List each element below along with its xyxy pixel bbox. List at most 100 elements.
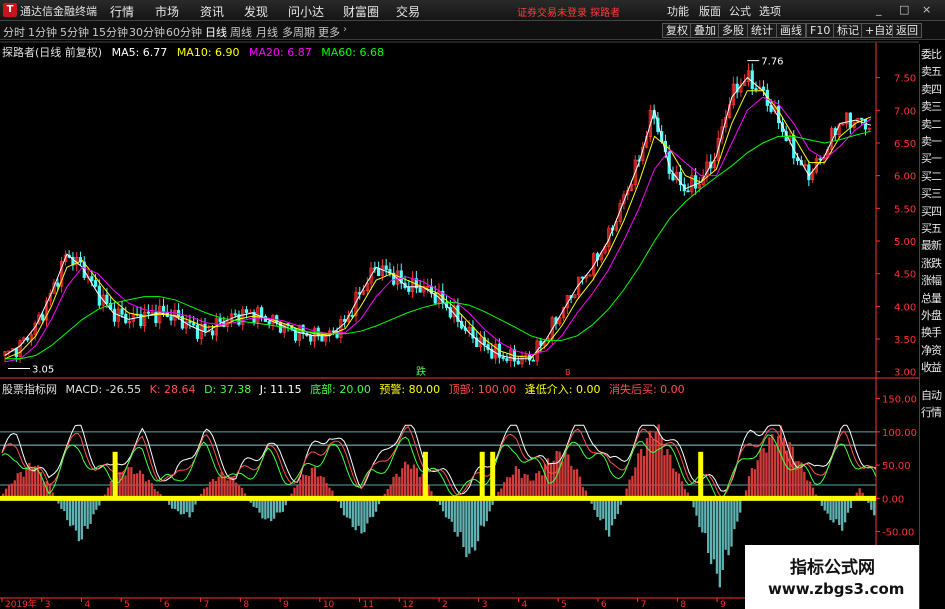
macd-bar bbox=[369, 498, 372, 518]
macd-bar bbox=[415, 467, 419, 499]
macd-bar bbox=[141, 474, 145, 499]
macd-bar bbox=[485, 498, 488, 522]
candle-body bbox=[56, 282, 60, 287]
macd-bar bbox=[704, 498, 707, 534]
price-tick-label: 7.00 bbox=[894, 106, 916, 117]
side-panel-item: 卖三 bbox=[921, 100, 942, 114]
macd-bar bbox=[124, 475, 127, 499]
macd-bar bbox=[261, 498, 264, 519]
macd-bar bbox=[401, 468, 404, 499]
macd-bar bbox=[750, 468, 754, 499]
macd-bar bbox=[147, 479, 150, 499]
macd-bar bbox=[843, 498, 847, 523]
d-value: D: 37.38 bbox=[204, 383, 252, 396]
macd-bar bbox=[596, 498, 599, 518]
side-panel-item: 买三 bbox=[921, 187, 942, 201]
side-panel-item: 净资 bbox=[921, 343, 942, 357]
macd-bar bbox=[712, 498, 716, 560]
indicator-tick-label: 0.00 bbox=[882, 494, 904, 505]
candle-body bbox=[505, 358, 509, 362]
macd-bar bbox=[479, 498, 483, 526]
macd-bar bbox=[223, 475, 226, 499]
macd-bar bbox=[753, 469, 756, 499]
macd-bar bbox=[829, 498, 832, 521]
side-panel-item: 收益 bbox=[921, 361, 942, 375]
price-tick-label: 3.50 bbox=[894, 335, 916, 346]
macd-bar bbox=[270, 498, 273, 522]
indicator-name[interactable]: 股票指标网 bbox=[2, 383, 57, 396]
top-value: 顶部: 100.00 bbox=[448, 383, 517, 396]
signal-marker-small: B bbox=[565, 368, 571, 377]
candle-body bbox=[105, 294, 109, 304]
ma-line-ma20 bbox=[4, 96, 872, 363]
macd-bar bbox=[109, 480, 113, 499]
macd-bar bbox=[768, 437, 771, 499]
time-tick-label: 11 bbox=[363, 600, 374, 609]
signal-bar bbox=[490, 451, 496, 499]
macd-bar bbox=[450, 498, 453, 522]
side-panel-item: 买四 bbox=[921, 204, 942, 218]
macd-bar bbox=[637, 453, 640, 499]
macd-bar bbox=[447, 498, 451, 519]
macd-bar bbox=[698, 498, 701, 528]
macd-bar bbox=[701, 498, 704, 533]
macd-bar bbox=[351, 498, 354, 528]
side-panel-item: 外盘 bbox=[921, 309, 942, 322]
side-panel-item: 换手 bbox=[921, 326, 942, 340]
macd-bar bbox=[404, 461, 407, 499]
side-panel-item: 买一 bbox=[921, 152, 942, 166]
time-tick-label: 10 bbox=[323, 600, 335, 609]
macd-bar bbox=[727, 498, 730, 556]
macd-bar bbox=[130, 467, 133, 499]
candle-body bbox=[694, 175, 698, 189]
macd-bar bbox=[229, 476, 232, 499]
buy-value: 逢低介入: 0.00 bbox=[524, 383, 601, 396]
macd-bar bbox=[319, 475, 322, 499]
macd-bar bbox=[774, 445, 777, 499]
macd-bar bbox=[517, 469, 520, 499]
macd-bar bbox=[602, 498, 605, 519]
macd-bar bbox=[80, 498, 83, 540]
macd-bar bbox=[526, 474, 529, 499]
macd-bar bbox=[482, 498, 486, 527]
macd-bar bbox=[578, 476, 582, 499]
macd-bar bbox=[718, 498, 721, 588]
time-tick-label: 12 bbox=[402, 600, 413, 609]
low-marker-label: 3.05 bbox=[32, 364, 54, 375]
macd-bar bbox=[348, 498, 351, 519]
macd-bar bbox=[25, 467, 28, 499]
candle-body bbox=[350, 315, 354, 317]
macd-bar bbox=[118, 471, 121, 499]
macd-bar bbox=[299, 479, 302, 499]
macd-bar bbox=[506, 477, 509, 499]
time-tick-label: 6 bbox=[601, 600, 607, 609]
macd-bar bbox=[232, 477, 235, 499]
side-panel-toggle[interactable]: 行情 bbox=[921, 404, 942, 420]
macd-bar bbox=[762, 448, 765, 499]
side-panel-item: 卖一 bbox=[921, 135, 942, 148]
high-marker-label: 7.76 bbox=[761, 57, 783, 68]
macd-bar bbox=[514, 466, 518, 499]
macd-bar bbox=[724, 498, 727, 550]
price-tick-label: 6.00 bbox=[894, 172, 916, 183]
macd-bar bbox=[398, 476, 401, 499]
kline-chart[interactable]: 7.50 7.00 6.50 6.00 5.50 5.00 4.50 4.00 3.50 3.00… bbox=[0, 0, 945, 609]
macd-bar bbox=[803, 471, 806, 499]
side-panel-toggle[interactable]: 自动 bbox=[921, 387, 942, 403]
time-tick-label: 2 bbox=[442, 600, 448, 609]
side-panel-item: 委比 bbox=[921, 48, 942, 61]
macd-bar bbox=[759, 448, 762, 499]
macd-bar bbox=[89, 498, 92, 524]
indicator-tick-label: 50.00 bbox=[882, 461, 911, 472]
time-tick-label: 4 bbox=[521, 600, 527, 609]
candle-body bbox=[580, 276, 585, 279]
macd-bar bbox=[561, 461, 564, 499]
macd-bar bbox=[666, 449, 669, 499]
price-tick-label: 4.50 bbox=[894, 270, 916, 281]
candle-body bbox=[218, 318, 222, 323]
price-tick-label: 6.50 bbox=[894, 139, 916, 150]
macd-bar bbox=[136, 473, 139, 499]
k-value: K: 28.64 bbox=[149, 383, 196, 396]
indicator-tick-label: 150.00 bbox=[882, 395, 917, 406]
watermark-url: www.zbgs3.com bbox=[768, 580, 905, 598]
